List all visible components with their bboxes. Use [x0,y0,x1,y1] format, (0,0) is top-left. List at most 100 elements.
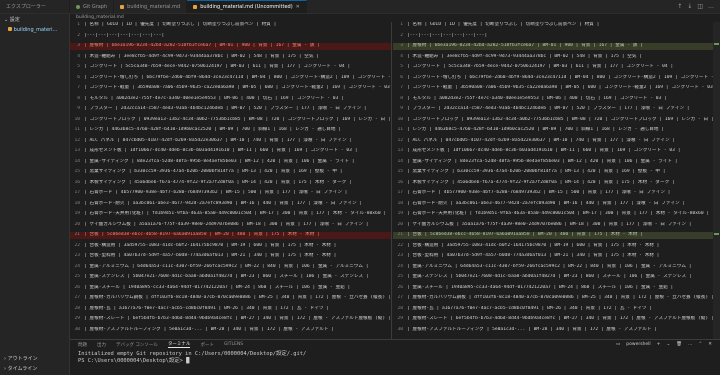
line-text: | 金属-スチール | 1940a895-cc33-4a64-94df-0177… [407,284,674,290]
tab-building-material[interactable]: building_material.md [114,0,188,13]
line-text: | 金属-アルミニウム | 64d64a53-c11c-4307-bf59-26… [84,263,369,269]
bottom-panel: 問題 出力 デバッグ コンソール ターミナル ポート GITLENS ▭ powershe… [70,339,720,375]
diff-original-pane[interactable]: 1 | 名称 | GUID | ID | 優先度 | 切断塗りつぶし | 切断塗り… [70,22,392,339]
outline-section[interactable]: › アウトライン [0,355,70,362]
panel-tab[interactable]: GITLENS [224,342,243,347]
line-text: | 金属-アルミニウム | 64d64a53-c11c-4307-bf59-26… [407,263,692,269]
panel-tab[interactable]: ターミナル [167,341,191,348]
terminal-prompt[interactable]: PS C:\Users\0000004\Desktop\設定> █ [78,358,712,365]
line-number: 17 [74,190,80,195]
add-terminal-icon[interactable]: + [657,342,661,347]
line-number: 10 [74,116,80,122]
line-text: | 成形セメント板 | 1df10667-dc40-4deb-8c3b-b03a… [84,148,358,153]
line-text: | 屋根材-アスファルトルーフィング | 5e0a1c3d-... | BM-2… [84,326,334,332]
line-number: 27 [397,295,403,300]
line-text: | コンクリート-軽量 | 3b590a08-7a06-45b9-9b35-ca… [407,85,713,90]
close-panel-icon[interactable]: ✕ [708,342,712,347]
diff-line: 27 | 屋根材-ガルバリウム鋼板 | dff103fb-8c18-4840-a7… [70,295,391,302]
diff-line: 22 | 合板-構造用 | 3ad59755-1083-41dc-b0f2-164… [70,243,391,250]
line-number: 29 [397,316,403,321]
terminal-output[interactable]: Initialized empty Git repository in C:/U… [70,349,720,367]
line-text: | 屋根材-スレート | 6ef5b4fb-b7b3-4d6d-8d44-9bd… [84,316,391,321]
more-actions-icon[interactable]: … [708,3,714,10]
diff-line: 28 | 屋根材-瓦 | a1677a76-f0e7-4ac7-acb5-cd8b… [70,306,391,313]
diff-overview-ruler[interactable] [713,22,720,339]
trash-icon[interactable]: 🗑 [676,342,682,347]
breadcrumb[interactable]: building_material.md [70,14,720,22]
diff-line: 19 | 石膏ボード-天井用(化粧) | fd1b9d51-9fba-463a-8… [70,211,391,218]
diff-line: 19 | 石膏ボード-天井用(化粧) | fd1b9d51-9fba-463a-8… [393,211,713,218]
diff-line-removed: 3 | 屋根材 | 6be3a196-8234-42bd-a282-518fb3f… [70,43,391,50]
terminal-line: Initialized empty Git repository in C:/U… [78,351,307,357]
line-text: | コンクリート-増し打ち | 6bc79fbe-2d60-4bf9-864d-… [84,74,391,80]
diff-line: 20 | ケイ酸カルシウム板 | a5aa1a76-f75f-4a39-98e0-… [393,222,713,229]
line-text: | 金属-ステンレス | 5b047e21-7608-4d1c-baa8-abd… [407,274,692,279]
line-number: 5 [400,64,403,69]
line-text: | 屋根材-ガルバリウム鋼板 | dff103fb-8c18-4840-a7cb… [407,295,713,300]
diff-line: 25 | 金属-ステンレス | 5b047e21-7608-4d1c-baa8-a… [393,274,713,281]
line-number: 15 [397,169,403,174]
line-text: | コンクリートブロック | 0939ea13-13b2-4c34-a0b2-7… [84,116,391,122]
line-text: | 屋根材 | 6be3a196-8234-42bd-a282-518fb3fc… [407,43,643,48]
line-text: | 石膏ボード | 4b577900-938e-4bf7-b280-768497… [84,190,348,195]
explorer-section-folder[interactable]: ⌄ 設定 [0,14,69,25]
tab-label: Git Graph [83,3,108,10]
line-text: | 合板 | 5c8bed38-ebcc-4658-8197-6a6a091aa… [84,232,320,237]
diff-line: 12 | ALC パネル | 047cbd05-4107-42df-b269-8a… [393,138,713,145]
diff-line: 16 | 木製サイディング | 45a6dbeb-f67a-4774-9f22-9… [70,180,391,187]
line-text: | 屋根材-スレート | 6ef5b4fb-b7b3-4d6d-8d44-9bd… [407,316,713,321]
line-number: 1 [400,22,403,27]
overview-change-mark [714,233,719,236]
line-text: | コンクリート-軽量 | 3b590a08-7a06-45b9-9b35-ca… [84,85,391,90]
line-text: | 木製サイディング | 45a6dbeb-f67a-4774-9f22-9f2… [407,179,675,185]
diff-line: 13 | 成形セメント板 | 1df10667-dc40-4deb-8c3b-b0… [70,148,391,155]
more-actions-icon[interactable]: … [688,342,693,347]
panel-tab[interactable]: ポート [200,342,214,348]
diff-line: 14 | 金属-サイディング | 8de23fca-52d8-48fa-995b-… [393,159,713,166]
diff-line: 16 | 木製サイディング | 45a6dbeb-f67a-4774-9f22-9… [393,180,713,187]
line-number: 11 [397,127,403,132]
line-number: 25 [74,274,80,279]
diff-line-added: 3 | 屋根材 | 6be3a196-8234-42bd-a282-518fb3f… [393,43,713,50]
line-number: 10 [397,116,403,122]
tab-building-material-uncommitted[interactable]: building_material.md (Uncommitted) ✕ [187,0,307,13]
previous-change-icon[interactable]: ↑ [677,3,682,10]
tab-label: building_material.md [127,3,181,10]
line-number: 4 [77,53,80,59]
diff-line-removed: 21 | 合板 | 5c8bed38-ebcc-4658-8197-6a6a091… [70,232,391,239]
breadcrumb-file[interactable]: building_material.md [76,15,124,20]
terminal-name[interactable]: powershell [626,342,650,347]
line-text: | 名称 | GUID | ID | 優先度 | 切断塗りつぶし | 切断塗りつ… [407,22,600,27]
chevron-down-icon[interactable]: ⌄ [666,342,670,347]
diff-line: 5 | コンクリート | 5c5ca348-7b59-4ece-9442-0750… [393,64,713,71]
diff-line: 29 | 屋根材-スレート | 6ef5b4fb-b7b3-4d6d-8d44-9… [70,316,391,323]
line-text: | 窯業サイディング | b330cc59-3936-47a4-b20b-208… [407,169,666,174]
panel-tab[interactable]: 出力 [97,342,106,348]
line-text: | 合板 | 5c8bed38-ebcc-4658-8197-6a6a091aa… [407,232,643,237]
diff-line: 24 | 金属-アルミニウム | 64d64a53-c11c-4307-bf59-… [393,264,713,271]
panel-tab[interactable]: デバッグ コンソール [116,342,158,348]
line-text: | 金属-スチール | 1940a895-cc33-4a64-94df-0177… [84,284,351,290]
explorer-header: エクスプローラー [0,0,70,13]
diff-line: 10 | コンクリートブロック | 0939ea13-13b2-4c34-a0b2… [393,117,713,124]
diff-line: 17 | 石膏ボード | 4b577900-938e-4bf7-b280-7684… [393,190,713,197]
line-text: | 屋根材-瓦 | a1677a76-f0e7-4ac7-acb5-cd8bc0… [84,305,330,311]
tab-git-graph[interactable]: Git Graph [70,0,115,13]
line-number: 2 [400,32,403,38]
next-change-icon[interactable]: ↓ [687,3,692,10]
diff-modified-pane[interactable]: 1 | 名称 | GUID | ID | 優先度 | 切断塗りつぶし | 切断塗り… [393,22,713,339]
line-text: | 合板-構造用 | 3ad59755-1083-41dc-b0f2-16417… [407,242,660,248]
diff-line: 2 |---|---|---|---|---|---|---| [70,33,391,40]
maximize-panel-icon[interactable]: ⌃ [698,342,702,347]
timeline-section[interactable]: › タイムライン [0,365,70,372]
line-number: 29 [74,316,80,321]
line-text: | モルタル | a082d3e2-755f-4e7c-a340-40ee1e5… [407,95,667,101]
explorer-title: エクスプローラー [6,4,46,10]
diff-line: 29 | 屋根材-スレート | 6ef5b4fb-b7b3-4d6d-8d44-9… [393,316,713,323]
split-editor-icon[interactable]: ◫ [697,3,703,10]
line-number: 6 [77,74,80,80]
file-building-material[interactable]: building_materi... [0,25,69,35]
panel-tab[interactable]: 問題 [78,342,87,348]
close-icon[interactable]: ✕ [296,4,300,10]
terminal-icon: ▭ [616,342,621,347]
